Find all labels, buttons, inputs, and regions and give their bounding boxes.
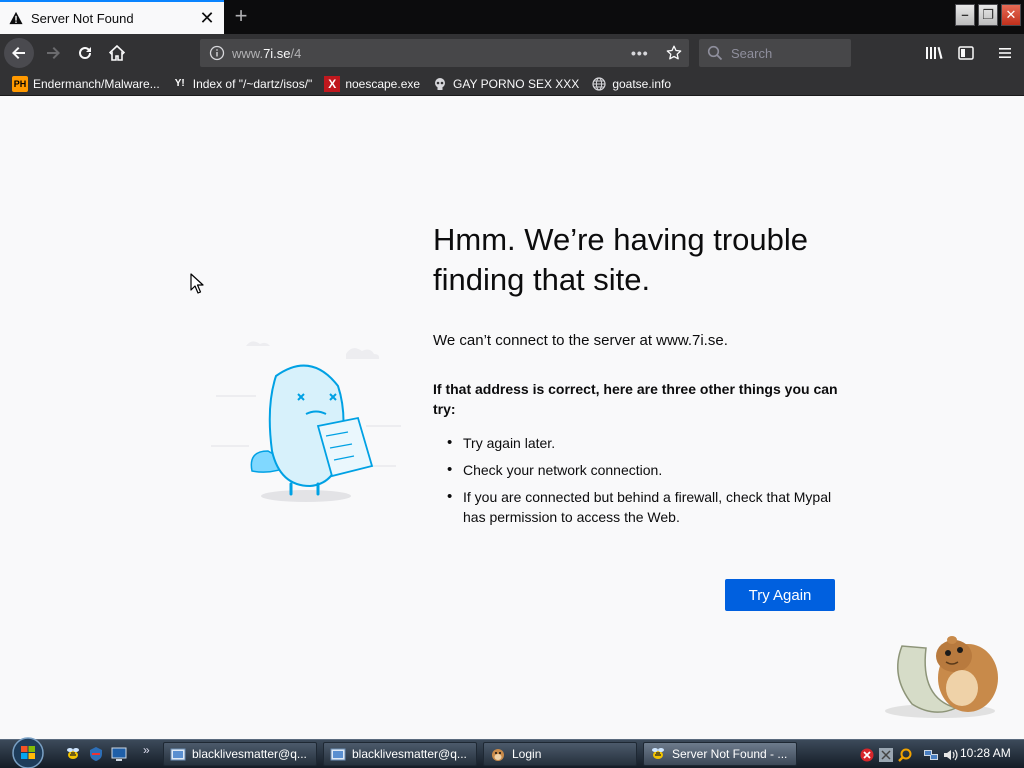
taskbar-label: blacklivesmatter@q...	[352, 747, 467, 761]
home-icon	[109, 45, 125, 61]
hamster-app-icon	[492, 749, 504, 761]
globe-icon	[591, 76, 607, 92]
suggestions-list: Try again later. Check your network conn…	[433, 433, 838, 527]
bookmark-goatse[interactable]: goatse.info	[591, 76, 671, 92]
suggestions-heading: If that address is correct, here are thr…	[433, 381, 838, 417]
x-favicon-icon: X	[324, 75, 341, 92]
home-button[interactable]	[102, 38, 132, 68]
restore-button[interactable]: ❐	[978, 4, 998, 26]
tab-server-not-found[interactable]: Server Not Found ✕	[0, 0, 224, 34]
forward-button[interactable]	[38, 38, 68, 68]
quicklaunch-overflow-icon[interactable]: »	[143, 743, 150, 757]
library-icon	[926, 46, 943, 59]
bookmark-endermanch[interactable]: PH Endermanch/Malware...	[12, 75, 160, 92]
suggestion-item: If you are connected but behind a firewa…	[433, 487, 838, 527]
sidebar-button[interactable]	[955, 42, 977, 64]
back-button[interactable]	[4, 38, 34, 68]
bookmark-label: Index of "/~dartz/isos/"	[192, 76, 313, 91]
taskbar-button-mail-1[interactable]: blacklivesmatter@q...	[163, 742, 317, 766]
tab-close-icon[interactable]: ✕	[196, 7, 218, 29]
arrow-left-icon	[12, 47, 25, 59]
taskbar-button-login[interactable]: Login	[483, 742, 637, 766]
mouse-cursor-icon	[190, 273, 204, 294]
error-description: We can’t connect to the server at www.7i…	[433, 332, 728, 349]
tab-strip: Server Not Found ✕ + – ❐ ✕	[0, 0, 1024, 34]
hamburger-icon	[999, 48, 1011, 58]
try-again-button[interactable]: Try Again	[725, 579, 835, 611]
url-host: www.	[232, 45, 264, 61]
skull-icon	[432, 76, 448, 92]
restore-icon: ❐	[982, 7, 994, 22]
search-icon	[707, 45, 723, 61]
error-title: Hmm. We’re having trouble finding that s…	[433, 222, 809, 297]
tray-blocked-icon[interactable]	[859, 747, 875, 763]
pornhub-favicon-icon: PH	[12, 75, 28, 92]
bookmark-label: GAY PORNO SEX XXX	[453, 76, 580, 91]
taskbar-label: blacklivesmatter@q...	[192, 747, 307, 761]
bookmark-gay-porno[interactable]: GAY PORNO SEX XXX	[432, 76, 579, 92]
quicklaunch-shield-icon[interactable]	[88, 746, 104, 762]
start-orb-icon[interactable]	[8, 736, 48, 768]
library-button[interactable]	[923, 42, 945, 64]
taskbar-label: Login	[512, 747, 542, 761]
search-bar[interactable]: Search	[699, 39, 851, 67]
mail-app-icon	[330, 748, 346, 761]
minimize-button[interactable]: –	[955, 4, 975, 26]
windows-taskbar: » blacklivesmatter@q... blacklivesmatter…	[0, 736, 1024, 768]
tray-search-icon[interactable]	[897, 747, 913, 763]
browser-bee-icon	[652, 748, 664, 759]
bookmark-label: goatse.info	[612, 76, 672, 91]
navigation-toolbar: www.7i.se/4 ••• Search	[0, 34, 1024, 72]
reload-button[interactable]	[70, 38, 100, 68]
tray-network-icon[interactable]	[923, 747, 939, 763]
close-icon: ✕	[1005, 7, 1017, 22]
star-icon	[666, 45, 682, 60]
sidebar-icon	[958, 46, 974, 60]
bookmarks-toolbar: PH Endermanch/Malware... Y! Index of "/~…	[0, 72, 1024, 96]
arrow-right-icon	[47, 47, 60, 59]
suggestion-item: Try again later.	[433, 433, 838, 453]
taskbar-label: Server Not Found - ...	[672, 747, 788, 761]
mail-app-icon	[170, 748, 186, 761]
bookmark-label: Endermanch/Malware...	[33, 76, 160, 91]
page-actions-icon[interactable]: •••	[631, 45, 659, 61]
bookmark-noescape[interactable]: X noescape.exe	[324, 75, 421, 92]
taskbar-button-mail-2[interactable]: blacklivesmatter@q...	[323, 742, 477, 766]
quicklaunch-desktop-icon[interactable]	[111, 746, 127, 762]
bookmark-star-button[interactable]	[659, 45, 689, 61]
close-window-button[interactable]: ✕	[1001, 4, 1021, 26]
page-content: Hmm. We’re having trouble finding that s…	[0, 96, 1024, 739]
tray-volume-icon[interactable]	[942, 747, 958, 763]
url-text[interactable]: www.7i.se/4	[232, 46, 631, 61]
error-message-block: Hmm. We’re having trouble finding that s…	[433, 220, 838, 534]
warning-icon	[9, 11, 23, 25]
new-tab-button[interactable]: +	[228, 4, 254, 30]
bookmark-index-of-dartz[interactable]: Y! Index of "/~dartz/isos/"	[172, 76, 313, 92]
quicklaunch-bee-icon[interactable]	[65, 746, 81, 762]
reload-icon	[79, 47, 91, 59]
info-icon[interactable]	[209, 45, 225, 61]
yp-favicon-icon: Y!	[174, 78, 185, 89]
suggestion-item: Check your network connection.	[433, 460, 838, 480]
sad-dinosaur-illustration	[211, 341, 401, 502]
tray-app-icon[interactable]	[878, 747, 894, 763]
address-bar[interactable]: www.7i.se/4 •••	[200, 39, 689, 67]
tab-title: Server Not Found	[31, 10, 134, 26]
taskbar-clock[interactable]: 10:28 AM	[960, 746, 1011, 760]
taskbar-button-server-not-found[interactable]: Server Not Found - ...	[643, 742, 797, 766]
system-tray	[856, 740, 958, 768]
hamster-desktop-pet-icon	[885, 636, 998, 718]
minimize-icon: –	[961, 7, 969, 22]
search-placeholder: Search	[731, 45, 773, 61]
menu-button[interactable]	[994, 42, 1016, 64]
bookmark-label: noescape.exe	[345, 76, 421, 91]
url-domain: 7i.se	[263, 45, 291, 61]
url-path: /4	[290, 45, 302, 61]
